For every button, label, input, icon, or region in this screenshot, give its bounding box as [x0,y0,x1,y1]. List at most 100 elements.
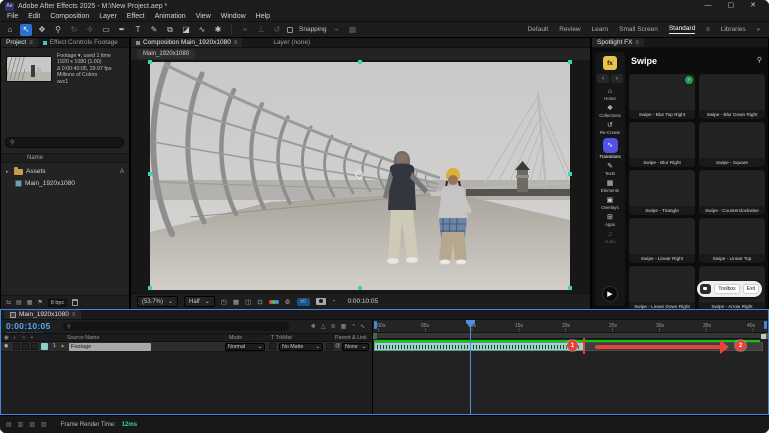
preview-time[interactable]: 0:00:10:05 [347,298,378,305]
minimize-button[interactable]: — [705,0,712,12]
snapping-checkbox[interactable] [287,27,293,33]
zoom-tool-icon[interactable]: ⚲ [52,24,64,36]
transition-card[interactable]: Swipe - Triangle [629,170,695,215]
transition-card[interactable]: ✓ Swipe - Blur Top Right [629,74,695,119]
transition-card[interactable]: Swipe - Square [699,122,765,167]
tab-layer[interactable]: Layer (none) [268,38,315,47]
lock-icon[interactable]: ▪ [31,335,33,341]
graph-editor-icon[interactable]: ∿ [360,323,365,330]
menu-view[interactable]: View [196,13,211,20]
layer-row-footage[interactable]: ◉ 1 ▲ Footage Normal ⌄ No Matte ⌄ @ [1,342,371,352]
eraser-tool-icon[interactable]: ◪ [180,24,192,36]
hide-shy-layers-icon[interactable]: ≋ [331,323,336,330]
grid-icon[interactable]: ▦ [346,24,358,36]
parent-dropdown[interactable]: None ⌄ [342,343,369,351]
source-name-header[interactable]: Source Name [67,335,99,341]
composition-mini-flowchart-icon[interactable]: ❖ [311,323,316,330]
snapping-label[interactable]: Snapping [299,26,326,33]
status-icon-4[interactable]: ▧ [41,421,47,428]
sidebar-item-texts[interactable]: ✎ Texts [605,162,615,176]
tab-timeline-main[interactable]: Main_1920x1080 ≡ [4,310,81,319]
project-row-main-comp[interactable]: Main_1920x1080 [1,178,129,189]
tab-effect-controls[interactable]: Effect Controls Footage [38,38,123,47]
transition-card[interactable]: Swipe - Counterclockwise [699,170,765,215]
project-name-column-header[interactable]: Name [1,153,129,163]
eye-icon[interactable]: ◉ [4,343,8,349]
resolution-dropdown[interactable]: Half ⌄ [184,296,215,307]
workspace-menu-icon[interactable]: ≡ [706,27,710,33]
sidebar-item-overlays[interactable]: ▣ Overlays [601,196,618,210]
status-icon-3[interactable]: ▨ [29,421,35,428]
pick-whip-icon[interactable]: @ [335,343,341,349]
menu-help[interactable]: Help [256,13,270,20]
trkmat-header[interactable]: T TrkMat [271,335,292,341]
pan-behind-tool-icon[interactable]: ✛ [84,24,96,36]
type-tool-icon[interactable]: T [132,24,144,36]
current-timecode[interactable]: 0:00:10:05 [6,321,51,331]
switch-cell[interactable] [326,343,333,350]
transition-card[interactable]: Swipe - Blur Right [629,122,695,167]
chevron-right-icon[interactable]: ▸ [6,169,11,175]
selection-handle[interactable] [148,286,152,290]
new-folder-icon[interactable]: ▤ [16,299,22,306]
sidebar-item-collections[interactable]: ❖ Collections [599,104,620,118]
breadcrumb[interactable]: Main_1920x1080 [137,49,195,59]
snapshot-camera-icon[interactable] [316,298,326,305]
transition-card[interactable]: Swipe - Linear Top [699,218,765,263]
menu-effect[interactable]: Effect [127,13,145,20]
sidebar-item-transitions[interactable]: ∿ Transitions [599,138,620,159]
status-icon-1[interactable]: ▤ [6,421,12,428]
exit-button[interactable]: Exit [743,284,759,294]
clone-stamp-tool-icon[interactable]: ⧉ [164,24,176,36]
menu-edit[interactable]: Edit [28,13,40,20]
parent-link-header[interactable]: Parent & Link [335,335,367,341]
choose-grid-icon[interactable]: ◳ [221,298,227,306]
sidebar-item-apps[interactable]: ⊞ Apps [605,213,615,227]
sidebar-item-home[interactable]: ⌂ Home [604,87,616,101]
orbit-camera-tool-icon[interactable]: ↻ [68,24,80,36]
transition-card[interactable]: Swipe - Linear Right [629,218,695,263]
selection-handle[interactable] [358,60,362,64]
tab-project[interactable]: Project ≡ [1,38,38,47]
menu-layer[interactable]: Layer [99,13,117,20]
profile-avatar[interactable]: ▶ [602,286,618,302]
panel-menu-icon[interactable]: ≡ [234,40,238,46]
panel-menu-icon[interactable]: ≡ [72,312,76,318]
channel-icon[interactable] [269,300,279,304]
menu-window[interactable]: Window [221,13,246,20]
frame-blending-icon[interactable]: ▦ [341,323,347,330]
mask-visibility-icon[interactable]: ▦ [233,298,239,306]
forward-button[interactable]: › [611,74,623,83]
selection-handle[interactable] [568,286,572,290]
workspace-default[interactable]: Default [528,26,549,33]
flowchart-icon[interactable]: ⌁ [330,24,342,36]
interpret-footage-icon[interactable]: ⇆ [6,299,11,306]
layer-name[interactable]: Footage [69,343,151,351]
maximize-button[interactable]: ▢ [728,0,735,12]
brush-tool-icon[interactable]: ✎ [148,24,160,36]
trash-icon[interactable] [72,299,78,306]
audio-toggle[interactable] [13,343,20,350]
project-search-input[interactable]: ⚲ [5,137,124,148]
transition-card[interactable]: Swipe - Blur Down Right [699,74,765,119]
menu-composition[interactable]: Composition [50,13,89,20]
shape-tool-icon[interactable]: ▭ [100,24,112,36]
transition-card[interactable]: Swipe - Linear Down Right [629,266,695,309]
audio-icon[interactable]: ♪ [13,335,16,341]
reset-icon[interactable]: ↺ [271,24,283,36]
solo-icon[interactable]: ○ [22,335,25,341]
timeline-search-input[interactable]: ⚲ [63,322,289,331]
panel-menu-icon[interactable]: ≡ [29,40,33,46]
show-snapshot-icon[interactable]: ◔ [332,298,336,305]
search-icon[interactable]: ⚲ [757,56,762,64]
workspace-libraries[interactable]: Libraries [721,26,746,33]
time-navigator-start-handle[interactable] [374,321,377,329]
menu-animation[interactable]: Animation [155,13,186,20]
tab-spotlight-fx[interactable]: Spotlight FX ≡ [592,38,644,47]
region-of-interest-icon[interactable]: ◫ [245,298,251,306]
exposure-icon[interactable]: ±0 [297,298,310,306]
preserve-transparency-toggle[interactable] [269,343,276,350]
draft-3d-icon[interactable]: △ [321,323,326,330]
menu-file[interactable]: File [7,13,18,20]
chat-icon[interactable] [700,284,711,294]
